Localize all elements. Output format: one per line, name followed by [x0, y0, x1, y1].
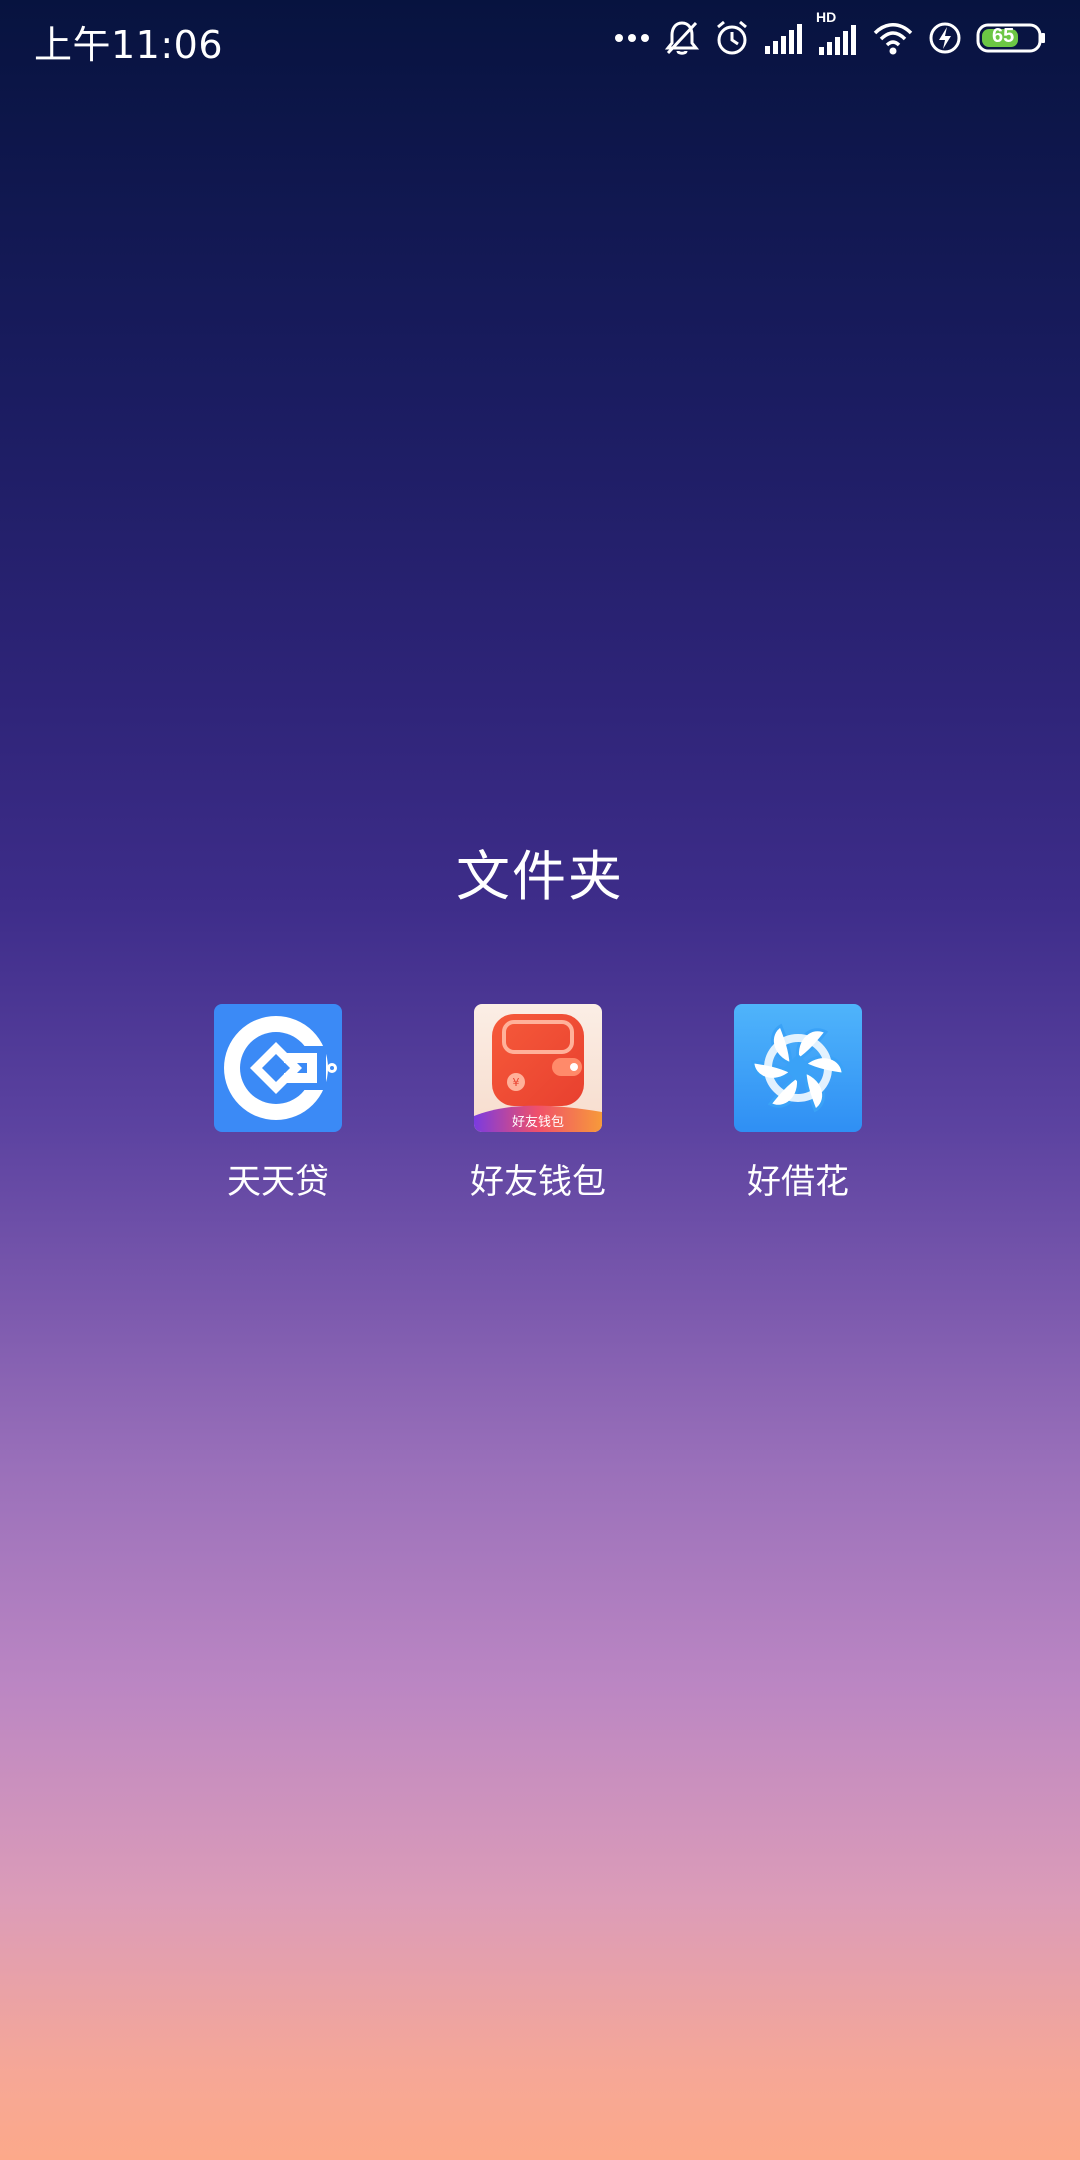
app-label: 好友钱包 — [470, 1162, 606, 1202]
haoyou-wallet-icon[interactable]: ¥ 好友钱包 — [474, 1004, 602, 1132]
battery-icon: 65 — [976, 22, 1046, 54]
app-label: 天天贷 — [227, 1162, 329, 1202]
app-haojiehua[interactable]: 好借花 — [698, 1004, 898, 1224]
folder-title[interactable]: 文件夹 — [0, 832, 1080, 911]
status-time: 上午11:06 — [34, 23, 224, 67]
battery-level: 65 — [992, 25, 1015, 47]
charging-bolt-icon — [928, 21, 962, 55]
more-dots-icon — [614, 32, 650, 44]
wallet-icon-caption: 好友钱包 — [511, 1115, 564, 1130]
tiantiandai-icon[interactable] — [214, 1004, 342, 1132]
folder-app-grid: 天天贷 ¥ 好友钱包 好友钱包 好借花 — [0, 1004, 1080, 1224]
app-tiantiandai[interactable]: 天天贷 — [178, 1004, 378, 1224]
alarm-icon — [714, 19, 750, 57]
mute-bell-icon — [664, 19, 700, 57]
home-screen: 上午11:06 HD 65 文件夹 天天贷 ¥ 好友钱包 好友钱包 好借花 — [0, 0, 1080, 2160]
haojiehua-icon[interactable] — [734, 1004, 862, 1132]
signal-icon — [764, 22, 804, 54]
status-bar: 上午11:06 HD 65 — [0, 0, 1080, 80]
hd-label: HD — [816, 9, 837, 25]
hd-signal-icon: HD — [816, 9, 858, 55]
app-haoyou-wallet[interactable]: ¥ 好友钱包 好友钱包 — [438, 1004, 638, 1224]
svg-text:¥: ¥ — [513, 1076, 520, 1089]
wifi-icon — [872, 21, 914, 55]
status-icons: HD 65 — [614, 9, 1046, 60]
app-label: 好借花 — [747, 1162, 849, 1202]
